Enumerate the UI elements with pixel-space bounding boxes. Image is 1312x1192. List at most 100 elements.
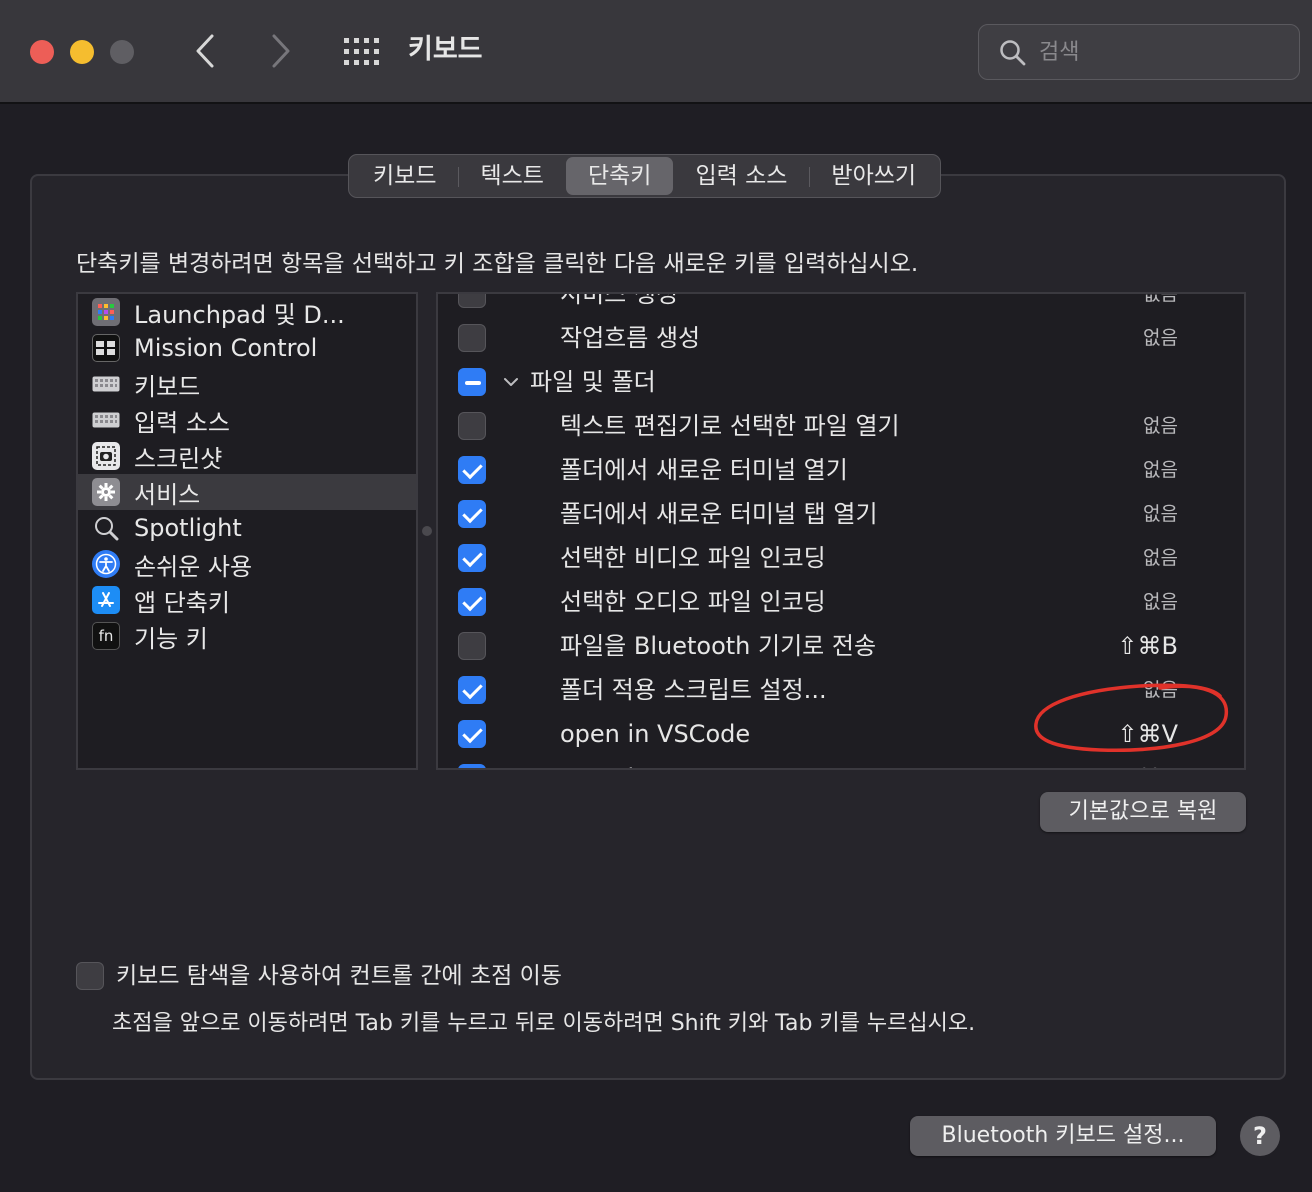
shortcut-keys[interactable]: ⇧⌘B xyxy=(1117,624,1178,668)
category-item-spotlight[interactable]: Spotlight xyxy=(78,510,416,546)
shortcut-checkbox[interactable] xyxy=(458,588,486,616)
category-item-launchpad[interactable]: Launchpad 및 D... xyxy=(78,294,416,330)
shortcut-keys[interactable]: 없음 xyxy=(1143,668,1178,712)
shortcut-checkbox[interactable] xyxy=(458,720,486,748)
category-label: Spotlight xyxy=(134,514,242,542)
category-item-mission-control[interactable]: Mission Control xyxy=(78,330,416,366)
zoom-window-button[interactable] xyxy=(110,40,134,64)
shortcut-keys[interactable]: ⇧⌘V xyxy=(1117,756,1178,768)
minimize-window-button[interactable] xyxy=(70,40,94,64)
tab-keyboard[interactable]: 키보드 xyxy=(351,157,458,195)
shortcut-keys[interactable]: 없음 xyxy=(1143,580,1178,624)
accessibility-icon xyxy=(92,550,120,578)
category-label: 서비스 xyxy=(134,480,201,509)
tab-bar: 키보드 텍스트 단축키 입력 소스 받아쓰기 xyxy=(348,154,942,198)
search-field[interactable] xyxy=(978,24,1300,80)
chevron-right-icon xyxy=(272,34,290,68)
close-window-button[interactable] xyxy=(30,40,54,64)
shortcut-label: 작업흐름 생성 xyxy=(560,324,701,352)
shortcut-row[interactable]: 텍스트 편집기로 선택한 파일 열기 없음 xyxy=(438,404,1244,448)
shortcut-label: 폴더에서 새로운 터미널 열기 xyxy=(560,456,848,484)
shortcut-row[interactable]: 선택한 비디오 파일 인코딩 없음 xyxy=(438,536,1244,580)
shortcut-label: 서비스 생성 xyxy=(560,292,679,308)
shortcut-checkbox[interactable] xyxy=(458,632,486,660)
category-label: 앱 단축키 xyxy=(134,588,230,617)
category-item-screenshot[interactable]: 스크린샷 xyxy=(78,438,416,474)
chevron-down-icon[interactable] xyxy=(502,374,520,390)
grid-icon xyxy=(344,38,379,65)
shortcut-keys[interactable]: 없음 xyxy=(1143,294,1178,316)
shortcut-label: 텍스트 편집기로 선택한 파일 열기 xyxy=(560,412,900,440)
fn-key-icon: fn xyxy=(92,622,120,650)
tab-dictation[interactable]: 받아쓰기 xyxy=(809,157,938,195)
shortcut-checkbox[interactable] xyxy=(458,324,486,352)
show-all-button[interactable] xyxy=(342,36,382,68)
restore-defaults-button[interactable]: 기본값으로 복원 xyxy=(1040,792,1246,832)
back-button[interactable] xyxy=(186,28,226,74)
forward-button[interactable] xyxy=(262,28,302,74)
input-source-icon xyxy=(92,406,120,434)
shortcut-row[interactable]: 폴더에서 새로운 터미널 탭 열기 없음 xyxy=(438,492,1244,536)
shortcut-checkbox[interactable] xyxy=(458,544,486,572)
screenshot-icon xyxy=(92,442,120,470)
category-label: 입력 소스 xyxy=(134,408,230,437)
shortcut-row[interactable]: 서비스 생성 없음 xyxy=(438,292,1244,316)
shortcut-keys[interactable]: 없음 xyxy=(1143,492,1178,536)
category-item-input-sources[interactable]: 입력 소스 xyxy=(78,402,416,438)
help-button[interactable]: ? xyxy=(1240,1116,1280,1156)
shortcut-keys[interactable]: 없음 xyxy=(1143,536,1178,580)
group-checkbox[interactable] xyxy=(458,368,486,396)
shortcut-row[interactable]: 파일을 Bluetooth 기기로 전송 ⇧⌘B xyxy=(438,624,1244,668)
category-item-keyboard[interactable]: 키보드 xyxy=(78,366,416,402)
app-store-icon xyxy=(92,586,120,614)
shortcut-label: 파일을 Bluetooth 기기로 전송 xyxy=(560,632,877,660)
shortcut-row[interactable]: 작업흐름 생성 없음 xyxy=(438,316,1244,360)
keyboard-icon xyxy=(92,370,120,398)
shortcut-checkbox[interactable] xyxy=(458,412,486,440)
category-label: 스크린샷 xyxy=(134,444,223,473)
category-label: 키보드 xyxy=(134,372,201,401)
shortcut-row[interactable]: 폴더에서 새로운 터미널 열기 없음 xyxy=(438,448,1244,492)
bluetooth-keyboard-setup-button[interactable]: Bluetooth 키보드 설정... xyxy=(910,1116,1216,1156)
search-input[interactable] xyxy=(1039,35,1279,69)
search-icon xyxy=(1000,40,1026,66)
shortcut-row[interactable]: 폴더 적용 스크립트 설정... 없음 xyxy=(438,668,1244,712)
shortcut-row[interactable]: open in VSCode ⇧⌘V xyxy=(438,712,1244,756)
shortcut-checkbox[interactable] xyxy=(458,676,486,704)
keyboard-navigation-checkbox[interactable] xyxy=(76,962,104,990)
gear-icon xyxy=(92,478,120,506)
category-label: 손쉬운 사용 xyxy=(134,552,253,581)
category-item-app-shortcuts[interactable]: 앱 단축키 xyxy=(78,582,416,618)
chevron-left-icon xyxy=(196,34,214,68)
shortcut-label: open in VS... xyxy=(560,756,712,768)
shortcut-keys[interactable]: ⇧⌘V xyxy=(1117,712,1178,756)
mission-control-icon xyxy=(92,334,120,362)
title-bar: 키보드 xyxy=(0,0,1312,104)
category-list[interactable]: Launchpad 및 D... Mission Control 키보드 입력 … xyxy=(76,292,418,770)
shortcut-checkbox[interactable] xyxy=(458,456,486,484)
spotlight-icon xyxy=(92,514,120,542)
shortcut-group-row[interactable]: 파일 및 폴더 xyxy=(438,360,1244,404)
shortcut-checkbox[interactable] xyxy=(458,500,486,528)
tab-shortcuts[interactable]: 단축키 xyxy=(565,157,674,195)
category-label: Mission Control xyxy=(134,334,318,362)
category-label: Launchpad 및 D... xyxy=(134,300,345,329)
shortcut-row[interactable]: open in VS... ⇧⌘V xyxy=(438,756,1244,768)
shortcut-checkbox[interactable] xyxy=(458,294,486,308)
shortcut-keys[interactable]: 없음 xyxy=(1143,316,1178,360)
shortcut-keys[interactable]: 없음 xyxy=(1143,448,1178,492)
tab-input-sources[interactable]: 입력 소스 xyxy=(673,157,809,195)
category-item-function-keys[interactable]: fn 기능 키 xyxy=(78,618,416,654)
category-label: 기능 키 xyxy=(134,624,208,653)
shortcut-keys[interactable]: 없음 xyxy=(1143,404,1178,448)
tab-text[interactable]: 텍스트 xyxy=(458,157,565,195)
keyboard-navigation-description: 초점을 앞으로 이동하려면 Tab 키를 누르고 뒤로 이동하려면 Shift … xyxy=(112,1011,976,1036)
shortcut-row[interactable]: 선택한 오디오 파일 인코딩 없음 xyxy=(438,580,1244,624)
shortcut-list[interactable]: 서비스 생성 없음 작업흐름 생성 없음 파일 및 폴더 텍스트 편집기로 선택… xyxy=(436,292,1246,770)
launchpad-icon xyxy=(92,298,120,326)
category-item-accessibility[interactable]: 손쉬운 사용 xyxy=(78,546,416,582)
category-item-services[interactable]: 서비스 xyxy=(78,474,416,510)
shortcut-checkbox[interactable] xyxy=(458,764,486,768)
keyboard-navigation-label: 키보드 탐색을 사용하여 컨트롤 간에 초점 이동 xyxy=(116,963,562,989)
split-handle[interactable] xyxy=(422,526,432,536)
